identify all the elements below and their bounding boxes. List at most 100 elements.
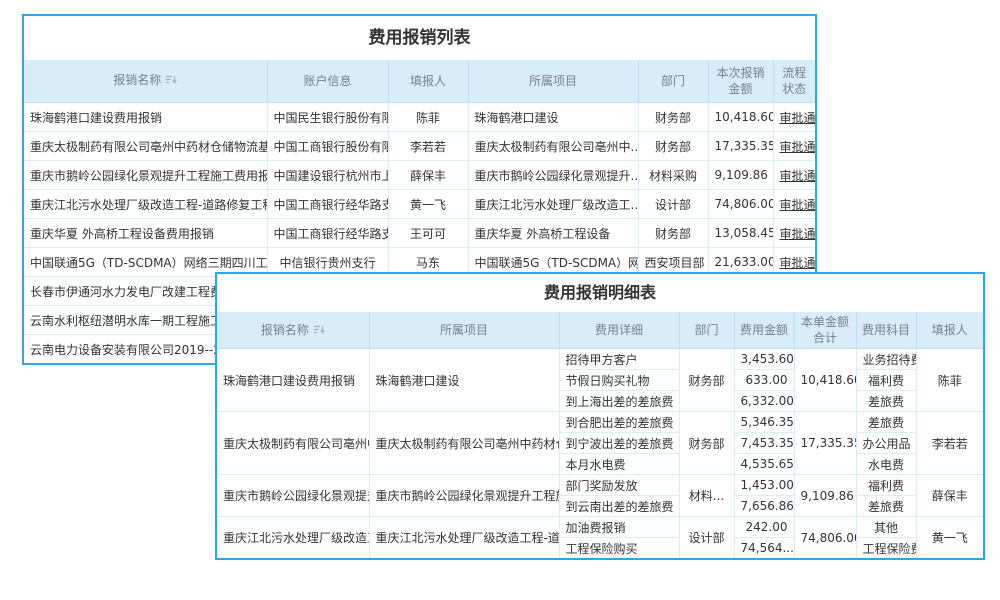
column-header-label: 填报人 xyxy=(410,74,446,88)
column-header[interactable]: 费用金额 xyxy=(734,312,794,349)
status-link[interactable]: 审批通过 xyxy=(773,103,815,132)
project-link[interactable]: 重庆江北污水处理厂级改造工程-道路修复工 xyxy=(369,517,559,559)
table-row: 重庆华夏 外高桥工程设备费用报销中国工商银行经华路支行王可可重庆华夏 外高桥工程… xyxy=(24,219,815,248)
expense-category-cell: 办公用品 xyxy=(856,433,916,454)
column-header[interactable]: 填报人 xyxy=(916,312,983,349)
expense-amount-cell: 6,332.00 xyxy=(734,391,794,412)
department-cell: 财务部 xyxy=(679,349,734,412)
column-header[interactable]: 所属项目 xyxy=(369,312,559,349)
table-row: 重庆市鹅岭公园绿化景观提升工程施工费用报销中国建设银行杭州市上...薛保丰重庆市… xyxy=(24,161,815,190)
filler-name-link[interactable]: 黄一飞 xyxy=(916,517,983,559)
project-link[interactable]: 珠海鹤港口建设 xyxy=(369,349,559,412)
column-header-label: 报销名称 xyxy=(261,323,309,337)
table-row: 重庆太极制药有限公司亳州中药材重庆太极制药有限公司亳州中药材仓储物流到合肥出差的… xyxy=(217,412,983,433)
expense-name-link[interactable]: 重庆太极制药有限公司亳州中药材 xyxy=(217,412,369,475)
column-header[interactable]: 本单金额合计 xyxy=(794,312,856,349)
expense-category-cell: 业务招待费 xyxy=(856,349,916,370)
filler-name-link[interactable]: 黄一飞 xyxy=(388,190,468,219)
expense-name-link[interactable]: 重庆市鹅岭公园绿化景观提升工程 xyxy=(217,475,369,517)
account-info: 中国工商银行经华路支行 xyxy=(267,190,388,219)
account-info: 中国建设银行杭州市上... xyxy=(267,161,388,190)
header-row: 报销名称 所属项目 费用详细 部门 费用金额本单金额合计费用科目填报人 xyxy=(217,312,983,349)
account-info: 中国工商银行经华路支行 xyxy=(267,219,388,248)
account-info: 中国工商银行股份有限... xyxy=(267,132,388,161)
filler-name-link[interactable]: 薛保丰 xyxy=(916,475,983,517)
expense-list-title: 费用报销列表 xyxy=(24,16,815,60)
expense-name-link[interactable]: 珠海鹤港口建设费用报销 xyxy=(217,349,369,412)
department-link[interactable]: 财务部 xyxy=(638,103,708,132)
project-link[interactable]: 重庆市鹅岭公园绿化景观提升... xyxy=(468,161,638,190)
department-cell: 设计部 xyxy=(679,517,734,559)
expense-amount-cell: 7,453.35 xyxy=(734,433,794,454)
project-link[interactable]: 重庆太极制药有限公司亳州中... xyxy=(468,132,638,161)
expense-amount-cell: 5,346.35 xyxy=(734,412,794,433)
column-header-label: 账户信息 xyxy=(303,74,351,88)
expense-detail-cell: 招待甲方客户 xyxy=(559,349,679,370)
project-link[interactable]: 重庆太极制药有限公司亳州中药材仓储物流 xyxy=(369,412,559,475)
filler-name-link[interactable]: 李若若 xyxy=(388,132,468,161)
column-header-label: 报销名称 xyxy=(113,73,161,87)
column-header[interactable]: 费用详细 xyxy=(559,312,679,349)
expense-name-link[interactable]: 珠海鹤港口建设费用报销 xyxy=(24,103,267,132)
table-row: 重庆江北污水处理厂级改造工程-重庆江北污水处理厂级改造工程-道路修复工加油费报销… xyxy=(217,517,983,538)
column-header[interactable]: 流程状态 xyxy=(773,60,815,103)
column-header-label: 部门 xyxy=(694,323,718,337)
project-link[interactable]: 重庆江北污水处理厂级改造工... xyxy=(468,190,638,219)
filler-name-link[interactable]: 王可可 xyxy=(388,219,468,248)
expense-name-link[interactable]: 重庆华夏 外高桥工程设备费用报销 xyxy=(24,219,267,248)
department-link[interactable]: 材料采购 xyxy=(638,161,708,190)
column-header-label: 部门 xyxy=(661,74,685,88)
total-amount-cell: 74,806.00 xyxy=(794,517,856,559)
filler-name-link[interactable]: 陈菲 xyxy=(388,103,468,132)
department-cell: 材料... xyxy=(679,475,734,517)
expense-category-cell: 福利费 xyxy=(856,475,916,496)
expense-name-link[interactable]: 重庆太极制药有限公司亳州中药材仓储物流基地项... xyxy=(24,132,267,161)
column-header[interactable]: 报销名称 xyxy=(217,312,369,349)
column-header-label: 本单金额合计 xyxy=(801,315,849,345)
project-link[interactable]: 重庆市鹅岭公园绿化景观提升工程施工 xyxy=(369,475,559,517)
expense-amount-cell: 74,564... xyxy=(734,538,794,559)
project-link[interactable]: 重庆华夏 外高桥工程设备 xyxy=(468,219,638,248)
filler-name-link[interactable]: 李若若 xyxy=(916,412,983,475)
column-header-label: 所属项目 xyxy=(440,323,488,337)
column-header[interactable]: 部门 xyxy=(638,60,708,103)
status-link[interactable]: 审批通过 xyxy=(773,161,815,190)
department-cell: 财务部 xyxy=(679,412,734,475)
department-link[interactable]: 设计部 xyxy=(638,190,708,219)
amount-value: 9,109.86 xyxy=(708,161,773,190)
filler-name-link[interactable]: 陈菲 xyxy=(916,349,983,412)
column-header[interactable]: 本次报销金额 xyxy=(708,60,773,103)
sort-icon xyxy=(313,323,325,339)
status-link[interactable]: 审批通过 xyxy=(773,190,815,219)
column-header[interactable]: 所属项目 xyxy=(468,60,638,103)
column-header-label: 所属项目 xyxy=(529,74,577,88)
column-header[interactable]: 费用科目 xyxy=(856,312,916,349)
status-link[interactable]: 审批通过 xyxy=(773,219,815,248)
column-header[interactable]: 账户信息 xyxy=(267,60,388,103)
department-link[interactable]: 财务部 xyxy=(638,132,708,161)
column-header[interactable]: 填报人 xyxy=(388,60,468,103)
table-row: 重庆江北污水处理厂级改造工程-道路修复工程费用...中国工商银行经华路支行黄一飞… xyxy=(24,190,815,219)
expense-detail-cell: 到云南出差的差旅费 xyxy=(559,496,679,517)
account-info: 中国民生银行股份有限... xyxy=(267,103,388,132)
expense-detail-cell: 加油费报销 xyxy=(559,517,679,538)
project-link[interactable]: 珠海鹤港口建设 xyxy=(468,103,638,132)
expense-detail-table: 报销名称 所属项目 费用详细 部门 费用金额本单金额合计费用科目填报人 珠海鹤港口建设费… xyxy=(217,312,983,558)
filler-name-link[interactable]: 薛保丰 xyxy=(388,161,468,190)
column-header[interactable]: 报销名称 xyxy=(24,60,267,103)
expense-name-link[interactable]: 重庆市鹅岭公园绿化景观提升工程施工费用报销 xyxy=(24,161,267,190)
expense-name-link[interactable]: 重庆江北污水处理厂级改造工程- xyxy=(217,517,369,559)
expense-detail-cell: 到合肥出差的差旅费 xyxy=(559,412,679,433)
department-link[interactable]: 财务部 xyxy=(638,219,708,248)
expense-detail-cell: 部门奖励发放 xyxy=(559,475,679,496)
expense-category-cell: 水电费 xyxy=(856,454,916,475)
expense-detail-cell: 到上海出差的差旅费 xyxy=(559,391,679,412)
status-link[interactable]: 审批通过 xyxy=(773,132,815,161)
expense-name-link[interactable]: 重庆江北污水处理厂级改造工程-道路修复工程费用... xyxy=(24,190,267,219)
amount-value: 13,058.45 xyxy=(708,219,773,248)
expense-detail-cell: 到宁波出差的差旅费 xyxy=(559,433,679,454)
total-amount-cell: 10,418.60 xyxy=(794,349,856,412)
total-amount-cell: 9,109.86 xyxy=(794,475,856,517)
amount-value: 74,806.00 xyxy=(708,190,773,219)
column-header[interactable]: 部门 xyxy=(679,312,734,349)
